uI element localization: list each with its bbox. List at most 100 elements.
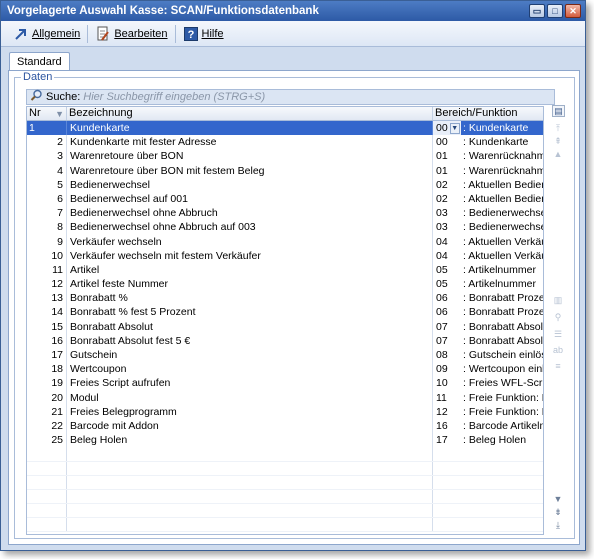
cell-bereich-code: 16 xyxy=(433,419,461,433)
empty-cell xyxy=(27,447,67,461)
cell-nr: 1 xyxy=(27,121,67,136)
allgemein-menu[interactable]: Allgemein xyxy=(7,23,86,45)
header-nr[interactable]: Nr ▼ xyxy=(27,107,67,120)
maximize-button[interactable]: □ xyxy=(547,4,563,18)
cell-bereich-code: 07 xyxy=(433,334,461,348)
empty-row xyxy=(27,504,543,519)
list-icon[interactable]: ≡ xyxy=(552,361,564,371)
search-icon[interactable] xyxy=(30,89,43,105)
table-row[interactable]: 8 Bedienerwechsel ohne Abbruch auf 003 03:… xyxy=(27,220,543,235)
empty-cell xyxy=(433,504,461,517)
cell-funktion: : Aktuellen Verkäufer xyxy=(463,249,543,262)
cell-bereich-code[interactable]: 00 ▼ xyxy=(433,121,461,136)
table-row[interactable]: 11 Artikel 05: Artikelnummer xyxy=(27,262,543,278)
last-record-icon[interactable]: ⤓ xyxy=(552,520,564,530)
search-input[interactable] xyxy=(83,91,504,103)
tab-standard[interactable]: Standard xyxy=(9,52,70,72)
table-row[interactable]: 3 Warenretoure über BON 01: Warenrücknahme xyxy=(27,149,543,164)
cell-bereich-code: 07 xyxy=(433,320,461,334)
hilfe-menu[interactable]: ? Hilfe xyxy=(177,23,230,45)
table-row[interactable]: 16 Bonrabatt Absolut fest 5 €07: Bonrabat… xyxy=(27,333,544,348)
cell-bereich-code-text: 07 xyxy=(436,320,448,333)
table-row[interactable]: 1 Kundenkarte 00 ▼: Kundenkarte xyxy=(27,121,543,136)
dropdown-arrow-icon[interactable]: ▼ xyxy=(449,122,460,134)
window-title: Vorgelagerte Auswahl Kasse: SCAN/Funktio… xyxy=(7,5,319,17)
prev-page-icon[interactable]: ⇞ xyxy=(552,136,564,146)
zoom-icon[interactable]: ⚲ xyxy=(552,312,564,322)
empty-row xyxy=(27,447,543,462)
search-bar: Suche: xyxy=(26,89,555,105)
cell-nr: 10 xyxy=(27,248,67,263)
cell-nr: 13 xyxy=(27,291,67,306)
title-bar[interactable]: Vorgelagerte Auswahl Kasse: SCAN/Funktio… xyxy=(1,1,585,21)
cell-bezeichnung: Bedienerwechsel ohne Abbruch auf 003 xyxy=(67,220,433,235)
cell-funktion: : Bedienerwechsel xyxy=(463,207,544,220)
table-row[interactable]: 10 Verkäufer wechseln mit festem Verkäufe… xyxy=(27,248,543,263)
tab-bar: Standard xyxy=(1,47,585,72)
sort-desc-icon: ▼ xyxy=(55,109,64,119)
cell-bereich-code: 12 xyxy=(433,405,461,419)
cell-bereich-code: 02 xyxy=(433,192,461,206)
close-button[interactable]: ✕ xyxy=(565,4,581,18)
cell-funktion: : Bonrabatt Absolut xyxy=(463,334,544,347)
bearbeiten-label: Bearbeiten xyxy=(114,27,168,40)
table-row[interactable]: 18Wertcoupon09: Wertcoupon einlösen xyxy=(27,362,544,377)
cell-bezeichnung: Bonrabatt % xyxy=(67,291,433,306)
cell-bereich-code-text: 06 xyxy=(436,292,448,305)
cell-bezeichnung: Bedienerwechsel ohne Abbruch xyxy=(67,206,433,221)
prev-record-icon[interactable]: ▲ xyxy=(552,149,564,159)
table-row[interactable]: 9Verkäufer wechseln04: Aktuellen Verkäuf… xyxy=(27,234,543,249)
table-row[interactable]: 20 Modul 11: Freie Funktion: B xyxy=(27,390,543,405)
cell-bereich-code-text: 17 xyxy=(436,434,448,447)
cell-bereich-code-text: 01 xyxy=(436,164,448,177)
table-row[interactable]: 5Bedienerwechsel02: Aktuellen Bediener xyxy=(27,177,543,192)
header-bezeichnung[interactable]: Bezeichnung xyxy=(67,107,433,120)
cell-bereich-code-text: 05 xyxy=(436,278,448,291)
cell-nr: 14 xyxy=(27,305,67,320)
first-record-icon[interactable]: ⤒ xyxy=(552,123,564,133)
cell-bereich-code-text: 10 xyxy=(436,377,448,390)
empty-cell xyxy=(27,461,67,475)
cell-bereich-code: 01 xyxy=(433,149,461,163)
cell-nr: 19 xyxy=(27,376,67,391)
cell-bereich-code: 03 xyxy=(433,206,461,220)
cell-bereich-code-text: 03 xyxy=(436,221,448,234)
empty-cell xyxy=(67,489,433,504)
table-row[interactable]: 21 Freies Belegprogramm 12: Freie Funktion… xyxy=(27,404,543,419)
cell-bereich-code: 05 xyxy=(433,263,461,277)
next-record-icon[interactable]: ▼ xyxy=(552,494,564,504)
table-row[interactable]: 15 Bonrabatt Absolut 07: Bonrabatt Absolut xyxy=(27,319,543,334)
cell-nr: 15 xyxy=(27,319,67,334)
empty-cell xyxy=(461,490,543,503)
minimize-button[interactable]: ▭ xyxy=(529,4,545,18)
cell-nr: 22 xyxy=(27,418,67,434)
cell-funktion: : Wertcoupon einlösen xyxy=(463,363,544,376)
table-row[interactable]: 12 Artikel feste Nummer 05: Artikelnummer xyxy=(27,277,543,292)
window-controls: ▭ □ ✕ xyxy=(529,4,581,18)
svg-text:?: ? xyxy=(187,29,194,41)
cell-nr: 12 xyxy=(27,277,67,292)
cell-nr: 17 xyxy=(27,348,67,363)
empty-row xyxy=(27,461,543,476)
bearbeiten-menu[interactable]: Bearbeiten xyxy=(89,23,173,45)
table-row[interactable]: 17Gutschein08: Gutschein einlösen xyxy=(27,348,543,363)
columns-icon[interactable]: ▥ xyxy=(552,295,564,305)
table-row[interactable]: 7 Bedienerwechsel ohne Abbruch 03: Bediene… xyxy=(27,206,544,221)
next-page-icon[interactable]: ⇟ xyxy=(552,507,564,517)
table-row[interactable]: 25 Beleg Holen 17: Beleg Holen xyxy=(27,433,543,448)
table-row[interactable]: 22Barcode mit Addon16: Barcode Artikelnu… xyxy=(27,418,543,434)
table-row[interactable]: 6 Bedienerwechsel auf 001 02: Aktuellen Be… xyxy=(27,191,543,207)
abc-icon[interactable]: ab xyxy=(552,345,564,355)
header-bereich[interactable]: Bereich/Funktion xyxy=(433,107,543,120)
cell-bereich-code: 11 xyxy=(433,391,461,405)
filter-icon[interactable]: ☰ xyxy=(552,329,564,339)
table-row[interactable]: 4 Warenretoure über BON mit festem Beleg 0… xyxy=(27,163,543,178)
cell-bereich-code: 01 xyxy=(433,164,461,178)
table-row[interactable]: 14 Bonrabatt % fest 5 Prozent 06: Bonrabat… xyxy=(27,305,543,320)
column-chooser-icon[interactable]: ▤ xyxy=(552,105,565,117)
cell-bezeichnung: Artikel xyxy=(67,262,433,278)
table-row[interactable]: 13Bonrabatt %06: Bonrabatt Prozent xyxy=(27,291,543,306)
table-row[interactable]: 19 Freies Script aufrufen 10: Freies WFL-S… xyxy=(27,376,543,391)
table-row[interactable]: 2 Kundenkarte mit fester Adresse 00: Kunde… xyxy=(27,135,543,150)
hilfe-label: Hilfe xyxy=(201,27,224,40)
